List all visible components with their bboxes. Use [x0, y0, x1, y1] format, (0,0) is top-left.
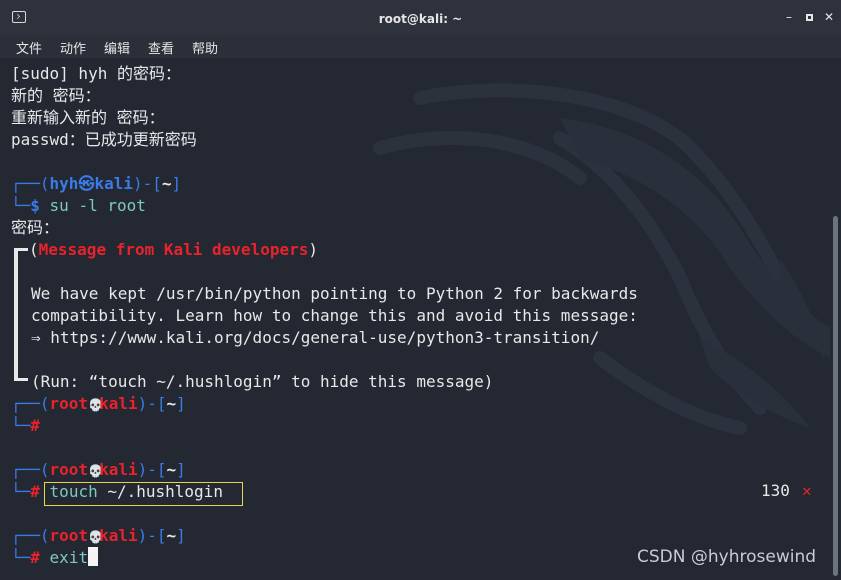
prompt-dir: ~	[166, 394, 177, 413]
prompt-user-root: root	[49, 394, 89, 413]
output-line-new-password: 新的 密码：	[11, 86, 101, 105]
prompt-corner: └─	[11, 416, 31, 435]
menu-actions[interactable]: 动作	[60, 38, 86, 57]
banner-title-line: (Message from Kali developers)	[29, 239, 318, 261]
terminal-window: root@kali: ~ – ✕ 文件 动作 编辑 查看 帮助 [sudo] h…	[0, 0, 841, 580]
prompt-line-root-1: ┌──(root💀kali)-[~]	[11, 393, 186, 415]
prompt-frame-mid: )-[	[137, 460, 167, 479]
prompt-hash: #	[30, 482, 40, 501]
banner-frame-top	[14, 248, 28, 251]
prompt-frame-end: ]	[171, 174, 182, 193]
prompt-user-root: root	[49, 460, 89, 479]
prompt-line-hyh: ┌──(hyh㉿kali)-[~]	[11, 173, 181, 195]
banner-paren-open: (	[29, 240, 39, 259]
prompt-line-root-2: ┌──(root💀kali)-[~]	[11, 459, 186, 481]
output-line-sudo-prompt: [sudo] hyh 的密码：	[11, 64, 181, 83]
prompt-user: hyh	[49, 174, 79, 193]
skull-icon: 💀	[88, 398, 104, 412]
prompt-corner: └─	[11, 196, 31, 215]
banner-body-1: We have kept /usr/bin/python pointing to…	[31, 284, 638, 303]
prompt-host: kali	[99, 394, 138, 413]
banner-footer: (Run: “touch ~/.hushlogin” to hide this …	[31, 372, 494, 391]
menu-help[interactable]: 帮助	[192, 38, 218, 57]
prompt-frame-open: ┌──(	[11, 460, 50, 479]
window-title: root@kali: ~	[378, 12, 463, 26]
menu-view[interactable]: 查看	[148, 38, 174, 57]
maximize-button[interactable]	[802, 10, 816, 24]
output-line-passwd-success: passwd：已成功更新密码	[11, 130, 197, 149]
prompt-corner: └─	[11, 482, 31, 501]
menu-edit[interactable]: 编辑	[104, 38, 130, 57]
prompt-frame-end: ]	[176, 460, 186, 479]
highlight-annotation-box	[44, 482, 243, 506]
maximize-icon	[805, 14, 813, 21]
command-line-exit[interactable]: └─# exit	[11, 547, 99, 569]
command-su-args: -l root	[68, 196, 146, 215]
prompt-line-root-3: ┌──(root💀kali)-[~]	[11, 525, 186, 547]
csdn-watermark: CSDN @hyhrosewind	[637, 547, 817, 567]
prompt-frame-open: ┌──(	[11, 394, 50, 413]
prompt-dir: ~	[166, 460, 177, 479]
prompt-hash: #	[30, 548, 40, 567]
prompt-dir: ~	[166, 526, 177, 545]
vertical-scrollbar[interactable]	[833, 216, 838, 576]
prompt-frame-end: ]	[176, 394, 186, 413]
prompt-hash: #	[30, 416, 40, 435]
skull-icon: 💀	[88, 464, 104, 478]
prompt-frame-mid: )-[	[137, 394, 167, 413]
command-exit: exit	[49, 548, 89, 567]
prompt-frame-end: ]	[176, 526, 186, 545]
prompt-corner: └─	[11, 548, 31, 567]
menu-file[interactable]: 文件	[16, 38, 42, 57]
prompt-separator-icon: ㉿	[78, 174, 95, 193]
banner-paren-close: )	[308, 240, 318, 259]
prompt-dollar: $	[30, 196, 40, 215]
prompt-dir: ~	[161, 174, 172, 193]
prompt-host: kali	[99, 526, 138, 545]
skull-icon: 💀	[88, 530, 104, 544]
exit-status-code: 130	[761, 481, 790, 500]
output-line-retype-password: 重新输入新的 密码：	[11, 108, 165, 127]
banner-frame-bottom	[14, 378, 28, 381]
banner-frame	[14, 250, 18, 378]
command-line-empty: └─#	[11, 415, 40, 437]
close-button[interactable]: ✕	[822, 10, 836, 24]
banner-link[interactable]: ⇒ https://www.kali.org/docs/general-use/…	[31, 327, 599, 349]
command-line-su: └─$ su -l root	[11, 195, 146, 217]
prompt-frame-open: ┌──(	[11, 174, 50, 193]
command-su: su	[49, 196, 69, 215]
banner-body-2: compatibility. Learn how to change this …	[31, 306, 638, 325]
prompt-user-root: root	[49, 526, 89, 545]
prompt-frame-mid: )-[	[137, 526, 167, 545]
error-x-icon: ✕	[802, 481, 812, 500]
banner-title: Message from Kali developers	[38, 240, 309, 259]
minimize-button[interactable]: –	[782, 10, 796, 24]
menu-bar: 文件 动作 编辑 查看 帮助	[0, 36, 841, 58]
terminal-output[interactable]: [sudo] hyh 的密码： 新的 密码： 重新输入新的 密码： passwd…	[0, 58, 841, 580]
prompt-host: kali	[99, 460, 138, 479]
password-prompt: 密码：	[11, 218, 60, 237]
prompt-frame-open: ┌──(	[11, 526, 50, 545]
prompt-host: kali	[94, 174, 133, 193]
title-bar: root@kali: ~ – ✕	[0, 0, 841, 36]
text-cursor	[88, 547, 99, 566]
prompt-frame-mid: )-[	[132, 174, 162, 193]
